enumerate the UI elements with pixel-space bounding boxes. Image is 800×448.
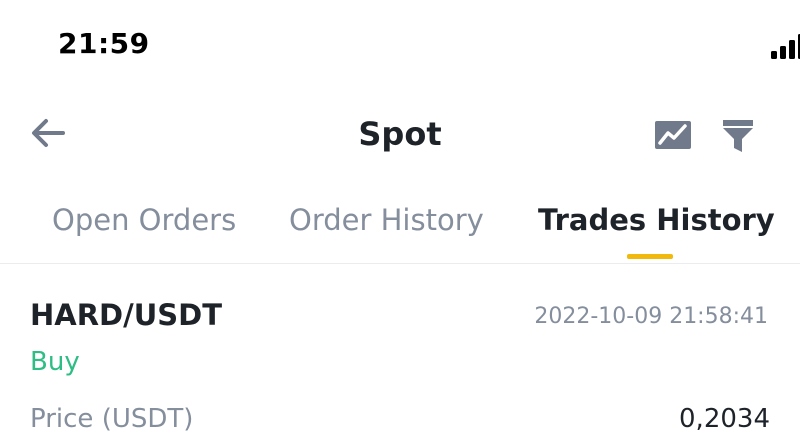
trades-history-screen: 21:59 Spot Open Orders Order History Tra… [0, 0, 800, 448]
filter-icon[interactable] [722, 118, 754, 154]
tab-open-orders[interactable]: Open Orders [52, 203, 236, 237]
tab-trades-history[interactable]: Trades History [538, 203, 775, 237]
price-label: Price (USDT) [30, 404, 194, 434]
status-time: 21:59 [58, 27, 150, 60]
chart-icon[interactable] [654, 118, 692, 152]
price-value: 0,2034 [679, 404, 770, 434]
tab-order-history[interactable]: Order History [289, 203, 484, 237]
trade-side: Buy [30, 347, 80, 377]
divider [0, 263, 800, 264]
trade-timestamp: 2022-10-09 21:58:41 [534, 304, 768, 329]
active-tab-indicator [627, 254, 673, 259]
tab-bar: Open Orders Order History Trades History [0, 203, 800, 243]
signal-icon [771, 34, 800, 59]
trade-pair: HARD/USDT [30, 298, 222, 332]
